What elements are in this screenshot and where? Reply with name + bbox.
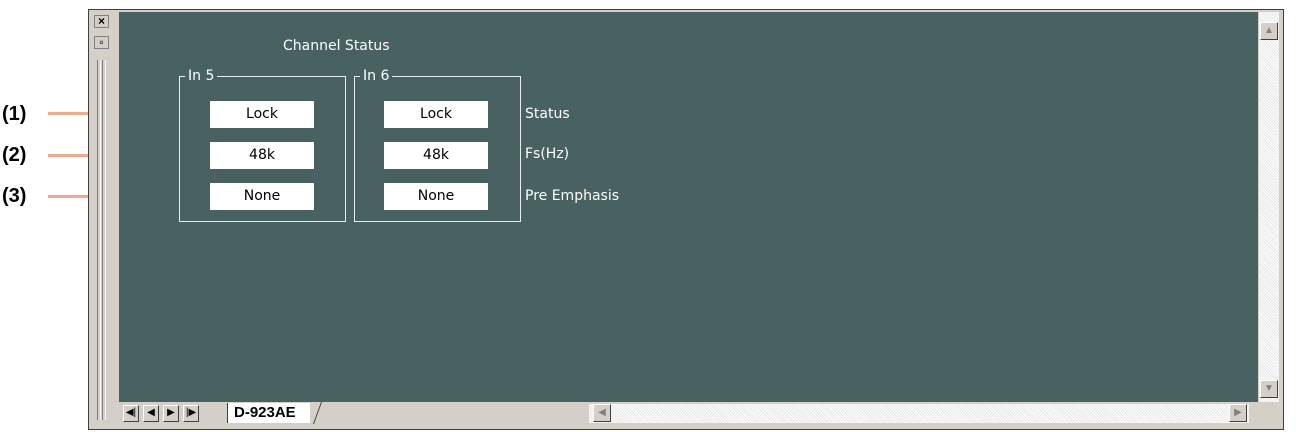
- vertical-scrollbar[interactable]: ▲ ▼: [1259, 12, 1279, 404]
- scroll-down-icon[interactable]: ▼: [1260, 380, 1278, 398]
- prev-sheet-icon[interactable]: ◀: [143, 405, 159, 422]
- scroll-up-icon[interactable]: ▲: [1260, 22, 1278, 40]
- callout-label-2: (2): [2, 144, 27, 166]
- callout-label-3: (3): [2, 185, 27, 207]
- in6-status-value: Lock: [384, 101, 488, 128]
- in5-pre-emphasis-value: None: [210, 183, 314, 210]
- group-in5-legend: In 5: [185, 67, 218, 85]
- panel-title: Channel Status: [283, 38, 390, 54]
- channel-status-panel: Channel Status In 5 Lock 48k None In 6 L…: [119, 12, 1258, 402]
- in5-fs-value: 48k: [210, 142, 314, 169]
- drag-handle[interactable]: [97, 60, 101, 420]
- close-icon[interactable]: ×: [94, 15, 109, 28]
- horizontal-scrollbar[interactable]: ◀ ▶: [589, 404, 1249, 423]
- first-sheet-icon[interactable]: ◀|: [123, 405, 139, 422]
- sheet-tab-bar: ◀| ◀ ▶ |▶ D-923AE ◀ ▶: [119, 402, 1279, 424]
- restore-icon[interactable]: ▫: [94, 36, 109, 49]
- row-label-status: Status: [525, 106, 570, 122]
- next-sheet-icon[interactable]: ▶: [163, 405, 179, 422]
- scroll-left-icon[interactable]: ◀: [593, 404, 611, 422]
- in5-status-value: Lock: [210, 101, 314, 128]
- drag-handle-secondary[interactable]: [102, 60, 106, 420]
- group-in6-legend: In 6: [360, 67, 393, 85]
- callout-label-1: (1): [2, 103, 27, 125]
- scroll-right-icon[interactable]: ▶: [1229, 404, 1247, 422]
- window-side-strip: × ▫: [89, 10, 116, 429]
- last-sheet-icon[interactable]: |▶: [183, 405, 199, 422]
- size-grip[interactable]: [1249, 404, 1279, 424]
- row-label-pre-emphasis: Pre Emphasis: [525, 188, 620, 204]
- row-label-fs: Fs(Hz): [525, 146, 570, 162]
- in6-fs-value: 48k: [384, 142, 488, 169]
- tab-divider: [312, 402, 323, 424]
- channel-status-window: × ▫ Channel Status In 5 Lock 48k None In…: [88, 9, 1284, 430]
- sheet-tab-d923ae[interactable]: D-923AE: [227, 403, 310, 423]
- in6-pre-emphasis-value: None: [384, 183, 488, 210]
